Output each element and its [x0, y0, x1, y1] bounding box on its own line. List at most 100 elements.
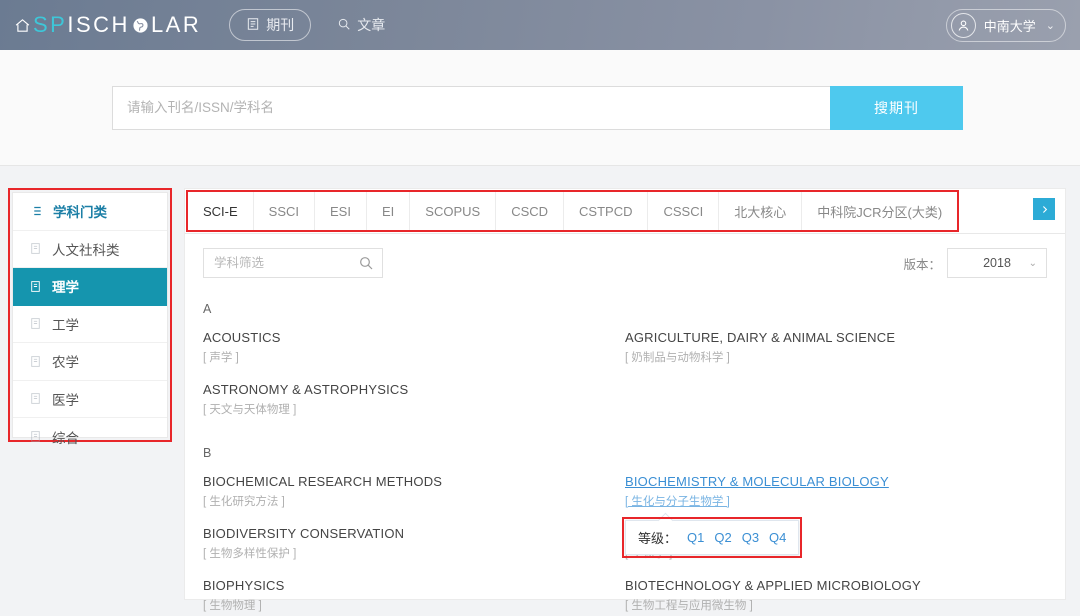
chevron-down-icon: ⌄ — [1028, 257, 1037, 269]
discipline-name-en[interactable]: BIOCHEMICAL RESEARCH METHODS — [203, 474, 442, 489]
tab-peking-core[interactable]: 北大核心 — [719, 192, 803, 230]
quartile-link-q2[interactable]: Q2 — [714, 530, 731, 545]
sidebar-item-science-label: 理学 — [52, 280, 79, 296]
quartile-link-q4[interactable]: Q4 — [769, 530, 786, 545]
chevron-down-icon: ⌄ — [1045, 20, 1055, 32]
tab-esi[interactable]: ESI — [315, 192, 367, 230]
tab-ssci[interactable]: SSCI — [253, 192, 316, 230]
book-icon — [29, 242, 42, 255]
sidebar-item-humanities[interactable]: 人文社科类 — [13, 231, 167, 268]
list-icon — [29, 204, 43, 218]
tab-cas-jcr[interactable]: 中科院JCR分区(大类) — [802, 192, 958, 230]
tab-scopus[interactable]: SCOPUS — [410, 192, 497, 230]
quartile-link-q1[interactable]: Q1 — [687, 530, 704, 545]
page-body: 学科门类 人文社科类 理学 工学 农学 医学 综合 SCI-E SSCI ESI… — [0, 166, 1080, 612]
discipline-biophysics[interactable]: BIOPHYSICS [ 生物物理 ] — [203, 578, 284, 613]
discipline-name-en[interactable]: BIOTECHNOLOGY & APPLIED MICROBIOLOGY — [625, 578, 921, 593]
sidebar-title-label: 学科门类 — [53, 205, 107, 221]
header-nav: 期刊 文章 — [229, 9, 389, 41]
quartile-popup-label: 等级： — [638, 531, 678, 546]
discipline-acoustics[interactable]: ACOUSTICS [ 声学 ] — [203, 330, 281, 365]
nav-item-journals-label: 期刊 — [266, 17, 295, 33]
search-icon — [337, 17, 351, 34]
quartile-popup: 等级： Q1 Q2 Q3 Q4 — [622, 517, 803, 558]
letter-heading-a: A — [203, 302, 212, 316]
discipline-grid-a: ACOUSTICS [ 声学 ] ASTRONOMY & ASTROPHYSIC… — [203, 330, 1047, 434]
sidebar-item-comprehensive-label: 综合 — [52, 430, 79, 446]
discipline-name-cn: [ 生物多样性保护 ] — [203, 548, 297, 560]
discipline-name-cn: [ 生物工程与应用微生物 ] — [625, 600, 753, 612]
journal-icon — [246, 17, 260, 34]
discipline-filter-input[interactable] — [204, 249, 382, 277]
discipline-name-en[interactable]: ACOUSTICS — [203, 330, 281, 345]
discipline-name-en[interactable]: BIODIVERSITY CONSERVATION — [203, 526, 404, 541]
discipline-agriculture-dairy-animal-science[interactable]: AGRICULTURE, DAIRY & ANIMAL SCIENCE [ 奶制… — [625, 330, 895, 365]
app-header: SP IS CH LAR 期刊 文章 中南大学 ⌄ — [0, 0, 1080, 50]
discipline-astronomy-astrophysics[interactable]: ASTRONOMY & ASTROPHYSICS [ 天文与天体物理 ] — [203, 382, 408, 417]
user-avatar-icon — [950, 13, 976, 38]
discipline-column-left: ACOUSTICS [ 声学 ] ASTRONOMY & ASTROPHYSIC… — [203, 330, 625, 434]
discipline-biotechnology-applied-microbiology[interactable]: BIOTECHNOLOGY & APPLIED MICROBIOLOGY [ 生… — [625, 578, 921, 613]
discipline-sidebar: 学科门类 人文社科类 理学 工学 农学 医学 综合 — [12, 192, 168, 446]
search-button[interactable]: 搜期刊 — [830, 85, 963, 130]
logo-text-is: IS — [67, 12, 94, 37]
user-menu[interactable]: 中南大学 ⌄ — [945, 9, 1066, 42]
journal-search: 搜期刊 — [112, 85, 963, 130]
version-value: 2018 — [983, 256, 1011, 270]
main-panel: SCI-E SSCI ESI EI SCOPUS CSCD CSTPCD CSS… — [184, 188, 1066, 612]
sidebar-item-comprehensive[interactable]: 综合 — [13, 418, 167, 456]
discipline-biochemistry-molecular-biology[interactable]: BIOCHEMISTRY & MOLECULAR BIOLOGY [ 生化与分子… — [622, 474, 889, 558]
discipline-name-cn: [ 生化与分子生物学 ] — [625, 496, 730, 508]
sidebar-item-humanities-label: 人文社科类 — [52, 242, 120, 258]
tabs-annotation-box: SCI-E SSCI ESI EI SCOPUS CSCD CSTPCD CSS… — [186, 190, 960, 232]
discipline-biochemical-research-methods[interactable]: BIOCHEMICAL RESEARCH METHODS [ 生化研究方法 ] — [203, 474, 442, 509]
site-logo[interactable]: SP IS CH LAR — [14, 10, 201, 40]
sidebar-item-engineering-label: 工学 — [52, 317, 79, 333]
sidebar-item-medicine-label: 医学 — [52, 392, 79, 408]
tab-cscd[interactable]: CSCD — [496, 192, 565, 230]
tab-sci-e[interactable]: SCI-E — [188, 192, 254, 230]
sidebar-item-agriculture[interactable]: 农学 — [13, 343, 167, 381]
version-label: 版本： — [903, 257, 941, 272]
tab-cssci[interactable]: CSSCI — [648, 192, 720, 230]
quartile-link-q3[interactable]: Q3 — [742, 530, 759, 545]
discipline-name-cn: [ 生化研究方法 ] — [203, 496, 285, 508]
discipline-name-cn: [ 奶制品与动物科学 ] — [625, 352, 730, 364]
logo-text-lar: LAR — [150, 12, 202, 37]
tab-cstpcd[interactable]: CSTPCD — [564, 192, 649, 230]
search-icon[interactable] — [358, 255, 374, 276]
discipline-name-en[interactable]: BIOPHYSICS — [203, 578, 284, 593]
tab-ei[interactable]: EI — [366, 192, 411, 230]
discipline-column-right: BIOCHEMISTRY & MOLECULAR BIOLOGY [ 生化与分子… — [622, 474, 1047, 616]
version-selector: 版本： 2018 ⌄ — [903, 248, 1047, 278]
book-icon — [29, 317, 42, 330]
book-icon — [29, 430, 42, 443]
user-name: 中南大学 — [983, 19, 1036, 34]
letter-heading-b: B — [203, 446, 212, 460]
nav-item-journals[interactable]: 期刊 — [229, 9, 312, 41]
search-input[interactable] — [112, 85, 830, 130]
discipline-name-cn: [ 生物物理 ] — [203, 600, 262, 612]
book-icon — [29, 392, 42, 405]
chevron-right-icon[interactable] — [1033, 198, 1055, 220]
discipline-name-en[interactable]: BIOCHEMISTRY & MOLECULAR BIOLOGY — [625, 474, 889, 489]
discipline-grid-b: BIOCHEMICAL RESEARCH METHODS [ 生化研究方法 ] … — [203, 474, 1047, 616]
logo-text-ch: CH — [93, 12, 130, 37]
discipline-filter — [203, 248, 383, 278]
sidebar-item-medicine[interactable]: 医学 — [13, 381, 167, 418]
search-band: 搜期刊 — [0, 50, 1080, 166]
discipline-name-en[interactable]: ASTRONOMY & ASTROPHYSICS — [203, 382, 408, 397]
sidebar-item-science[interactable]: 理学 — [13, 268, 167, 306]
nav-item-articles-label: 文章 — [357, 17, 386, 33]
sidebar-item-engineering[interactable]: 工学 — [13, 306, 167, 343]
sidebar-annotation-box: 学科门类 人文社科类 理学 工学 农学 医学 综合 — [8, 188, 172, 446]
discipline-name-en[interactable]: AGRICULTURE, DAIRY & ANIMAL SCIENCE — [625, 330, 895, 345]
index-tabs-row: SCI-E SSCI ESI EI SCOPUS CSCD CSTPCD CSS… — [185, 189, 1065, 234]
discipline-biodiversity-conservation[interactable]: BIODIVERSITY CONSERVATION [ 生物多样性保护 ] — [203, 526, 404, 561]
sidebar-item-agriculture-label: 农学 — [52, 355, 79, 371]
nav-item-articles[interactable]: 文章 — [333, 10, 389, 40]
globe-icon — [132, 17, 149, 34]
filter-row: 版本： 2018 ⌄ — [185, 234, 1065, 288]
discipline-list: A ACOUSTICS [ 声学 ] ASTRONOMY & ASTROPHYS… — [185, 288, 1065, 616]
version-dropdown[interactable]: 2018 ⌄ — [947, 248, 1047, 278]
